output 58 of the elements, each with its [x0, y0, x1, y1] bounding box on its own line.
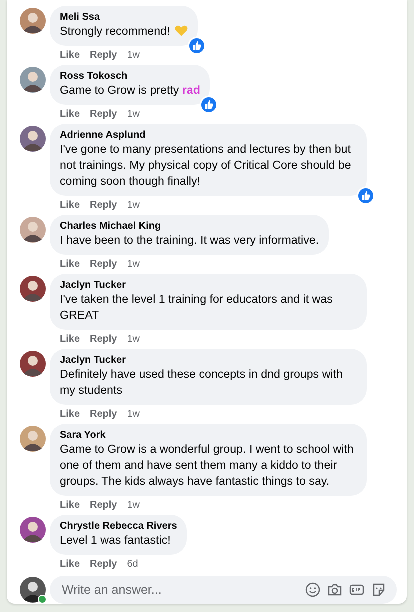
action-link[interactable]: Like: [60, 49, 80, 62]
author-name: Sara York: [60, 429, 107, 442]
action-link[interactable]: Like: [60, 558, 80, 571]
timestamp[interactable]: 1w: [127, 499, 140, 512]
action-link[interactable]: Like: [60, 108, 80, 121]
like-reaction-icon[interactable]: [188, 37, 206, 55]
author-name: Adrienne Asplund: [60, 129, 147, 142]
avatar[interactable]: [20, 577, 46, 603]
like-reaction-icon[interactable]: [357, 187, 375, 205]
action-link[interactable]: Reply: [90, 499, 118, 512]
action-link[interactable]: Reply: [90, 558, 118, 571]
answer-box[interactable]: Write an answer...: [50, 576, 397, 604]
action-link[interactable]: Like: [60, 258, 80, 271]
gif-icon[interactable]: [349, 582, 365, 598]
avatar[interactable]: [20, 351, 46, 377]
author-name: Charles Michael King: [60, 220, 162, 233]
comment-text: Game to Grow is pretty rad: [60, 84, 200, 97]
action-link[interactable]: Reply: [90, 333, 118, 346]
action-link[interactable]: Reply: [90, 49, 118, 62]
action-link[interactable]: Reply: [90, 108, 118, 121]
author-name: Ross Tokosch: [60, 70, 129, 83]
action-link[interactable]: Like: [60, 199, 80, 212]
avatar[interactable]: [20, 217, 46, 243]
comment-text: I have been to the training. It was very informative.: [60, 234, 320, 247]
avatar[interactable]: [20, 517, 46, 543]
comment-text: I've gone to many presentations and lectures by then but not trainings. My physical copy of Critical Core should be coming soon though finally!: [60, 143, 352, 188]
camera-icon[interactable]: [327, 582, 343, 598]
author-name: Jaclyn Tucker: [60, 279, 127, 292]
timestamp[interactable]: 1w: [127, 333, 140, 346]
action-link[interactable]: Like: [60, 499, 80, 512]
like-reaction-icon[interactable]: [200, 96, 218, 114]
answer-field[interactable]: Write an answer...: [60, 582, 299, 598]
timestamp[interactable]: 6d: [127, 558, 138, 571]
sticker-icon[interactable]: [371, 582, 387, 598]
action-link[interactable]: Like: [60, 333, 80, 346]
comment-text: I've taken the level 1 training for educators and it was GREAT: [60, 293, 333, 322]
avatar[interactable]: [20, 126, 46, 152]
timestamp[interactable]: 1w: [127, 108, 140, 121]
author-name: Meli Ssa: [60, 11, 102, 24]
avatar[interactable]: [20, 67, 46, 93]
comment-text: Strongly recommend!: [60, 25, 170, 38]
timestamp[interactable]: 1w: [127, 408, 140, 421]
avatar[interactable]: [20, 276, 46, 302]
author-name: Jaclyn Tucker: [60, 354, 127, 367]
comment-text: Definitely have used these concepts in dnd groups with my students: [60, 368, 343, 397]
timestamp[interactable]: 1w: [127, 199, 140, 212]
comment-text: Level 1 was fantastic!: [60, 534, 171, 547]
action-link[interactable]: Like: [60, 408, 80, 421]
timestamp[interactable]: 1w: [127, 49, 140, 62]
author-name: Chrystle Rebecca Rivers: [60, 520, 178, 533]
action-link[interactable]: Reply: [90, 199, 118, 212]
avatar[interactable]: [20, 8, 46, 34]
action-link[interactable]: Reply: [90, 408, 118, 421]
action-link[interactable]: Reply: [90, 258, 118, 271]
comment-text: Game to Grow is a wonderful group. I went to school with one of them and have sent them many a kiddo to their groups. The kids always have fantastic things to say.: [60, 443, 354, 488]
timestamp[interactable]: 1w: [127, 258, 140, 271]
smiley-icon[interactable]: [305, 582, 321, 598]
avatar[interactable]: [20, 426, 46, 452]
